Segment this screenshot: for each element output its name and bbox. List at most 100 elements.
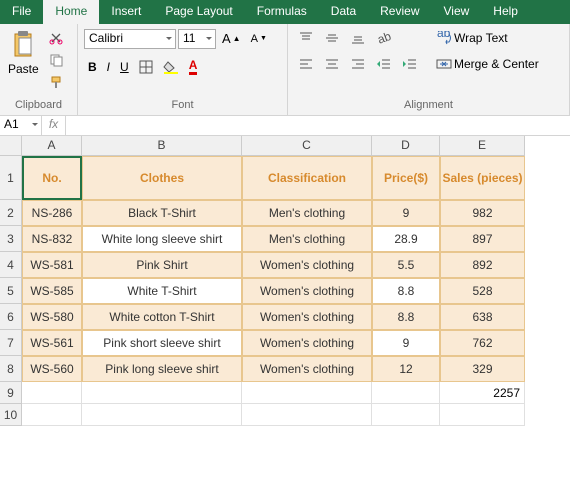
italic-button[interactable]: I xyxy=(103,57,114,77)
header-cell[interactable]: Sales (pieces) xyxy=(440,156,525,200)
fill-color-button[interactable] xyxy=(159,57,183,77)
table-cell[interactable]: Men's clothing xyxy=(242,200,372,226)
decrease-font-button[interactable]: A▼ xyxy=(247,30,271,48)
row-header-8[interactable]: 8 xyxy=(0,356,22,382)
table-cell[interactable]: WS-560 xyxy=(22,356,82,382)
table-cell[interactable]: Pink short sleeve shirt xyxy=(82,330,242,356)
menu-file[interactable]: File xyxy=(0,0,43,24)
cell[interactable] xyxy=(242,404,372,426)
cell[interactable]: 2257 xyxy=(440,382,525,404)
align-center-button[interactable] xyxy=(320,54,344,74)
wrap-text-button[interactable]: abWrap Text xyxy=(432,28,543,48)
table-cell[interactable]: Pink Shirt xyxy=(82,252,242,278)
copy-button[interactable] xyxy=(45,50,67,70)
table-cell[interactable]: 897 xyxy=(440,226,525,252)
cell[interactable] xyxy=(440,404,525,426)
row-header-10[interactable]: 10 xyxy=(0,404,22,426)
align-right-button[interactable] xyxy=(346,54,370,74)
row-header-2[interactable]: 2 xyxy=(0,200,22,226)
border-button[interactable] xyxy=(135,57,157,77)
row-header-3[interactable]: 3 xyxy=(0,226,22,252)
table-cell[interactable]: 982 xyxy=(440,200,525,226)
col-header-C[interactable]: C xyxy=(242,136,372,156)
table-cell[interactable]: NS-286 xyxy=(22,200,82,226)
header-cell[interactable]: Clothes xyxy=(82,156,242,200)
menu-page-layout[interactable]: Page Layout xyxy=(153,0,244,24)
cell[interactable] xyxy=(372,404,440,426)
table-cell[interactable]: White long sleeve shirt xyxy=(82,226,242,252)
align-left-button[interactable] xyxy=(294,54,318,74)
align-bottom-button[interactable] xyxy=(346,28,370,48)
align-top-button[interactable] xyxy=(294,28,318,48)
fx-button[interactable]: fx xyxy=(42,116,66,135)
col-header-B[interactable]: B xyxy=(82,136,242,156)
table-cell[interactable]: Women's clothing xyxy=(242,330,372,356)
table-cell[interactable]: Black T-Shirt xyxy=(82,200,242,226)
table-cell[interactable]: 5.5 xyxy=(372,252,440,278)
menu-help[interactable]: Help xyxy=(481,0,530,24)
row-header-6[interactable]: 6 xyxy=(0,304,22,330)
decrease-indent-button[interactable] xyxy=(372,54,396,74)
cut-button[interactable] xyxy=(45,28,67,48)
table-cell[interactable]: White cotton T-Shirt xyxy=(82,304,242,330)
table-cell[interactable]: Women's clothing xyxy=(242,278,372,304)
font-size-select[interactable]: 11 xyxy=(178,29,216,49)
orientation-button[interactable]: ab xyxy=(372,28,396,48)
header-cell[interactable]: Classification xyxy=(242,156,372,200)
cell[interactable] xyxy=(82,382,242,404)
row-header-5[interactable]: 5 xyxy=(0,278,22,304)
menu-data[interactable]: Data xyxy=(319,0,368,24)
table-cell[interactable]: Men's clothing xyxy=(242,226,372,252)
menu-formulas[interactable]: Formulas xyxy=(245,0,319,24)
table-cell[interactable]: 9 xyxy=(372,200,440,226)
merge-center-button[interactable]: Merge & Center xyxy=(432,54,543,74)
col-header-E[interactable]: E xyxy=(440,136,525,156)
table-cell[interactable]: Women's clothing xyxy=(242,252,372,278)
paste-button[interactable]: Paste xyxy=(6,28,41,78)
table-cell[interactable]: WS-581 xyxy=(22,252,82,278)
bold-button[interactable]: B xyxy=(84,57,101,77)
table-cell[interactable]: WS-561 xyxy=(22,330,82,356)
col-header-A[interactable]: A xyxy=(22,136,82,156)
cell[interactable] xyxy=(242,382,372,404)
row-header-9[interactable]: 9 xyxy=(0,382,22,404)
table-cell[interactable]: 28.9 xyxy=(372,226,440,252)
formula-input[interactable] xyxy=(66,116,570,135)
table-cell[interactable]: 892 xyxy=(440,252,525,278)
row-header-4[interactable]: 4 xyxy=(0,252,22,278)
cell[interactable] xyxy=(372,382,440,404)
table-cell[interactable]: NS-832 xyxy=(22,226,82,252)
cell[interactable] xyxy=(22,404,82,426)
table-cell[interactable]: WS-585 xyxy=(22,278,82,304)
name-box[interactable]: A1 xyxy=(0,116,42,135)
header-cell[interactable]: No. xyxy=(22,156,82,200)
font-name-select[interactable]: Calibri xyxy=(84,29,176,49)
menu-view[interactable]: View xyxy=(432,0,482,24)
format-painter-button[interactable] xyxy=(45,72,67,92)
table-cell[interactable]: 638 xyxy=(440,304,525,330)
select-all-corner[interactable] xyxy=(0,136,22,156)
underline-button[interactable]: U xyxy=(116,57,133,77)
align-middle-button[interactable] xyxy=(320,28,344,48)
table-cell[interactable]: 8.8 xyxy=(372,278,440,304)
row-header-1[interactable]: 1 xyxy=(0,156,22,200)
increase-indent-button[interactable] xyxy=(398,54,422,74)
col-header-D[interactable]: D xyxy=(372,136,440,156)
menu-review[interactable]: Review xyxy=(368,0,431,24)
table-cell[interactable]: Women's clothing xyxy=(242,304,372,330)
table-cell[interactable]: 762 xyxy=(440,330,525,356)
cell[interactable] xyxy=(22,382,82,404)
table-cell[interactable]: 329 xyxy=(440,356,525,382)
table-cell[interactable]: 528 xyxy=(440,278,525,304)
table-cell[interactable]: Women's clothing xyxy=(242,356,372,382)
table-cell[interactable]: WS-580 xyxy=(22,304,82,330)
table-cell[interactable]: 8.8 xyxy=(372,304,440,330)
table-cell[interactable]: 9 xyxy=(372,330,440,356)
menu-insert[interactable]: Insert xyxy=(99,0,153,24)
table-cell[interactable]: 12 xyxy=(372,356,440,382)
cell[interactable] xyxy=(82,404,242,426)
increase-font-button[interactable]: A▲ xyxy=(218,28,245,49)
font-color-button[interactable]: A xyxy=(185,55,202,78)
header-cell[interactable]: Price($) xyxy=(372,156,440,200)
row-header-7[interactable]: 7 xyxy=(0,330,22,356)
